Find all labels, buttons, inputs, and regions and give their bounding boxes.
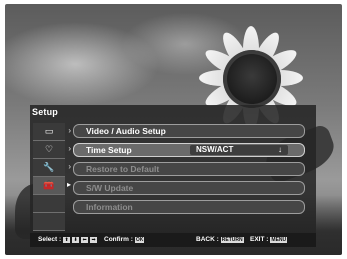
time-zone-value[interactable]: NSW/ACT ↓ <box>190 145 288 155</box>
menu-item-time-setup[interactable]: Time Setup NSW/ACT ↓ <box>73 143 305 157</box>
menu-item-label: Video / Audio Setup <box>86 126 166 136</box>
selected-arrow-icon: ▸ <box>66 180 71 189</box>
menu-item-label: S/W Update <box>86 183 134 193</box>
left-arrow-key-icon: ⬅ <box>81 236 89 243</box>
chevron-right-icon: › <box>68 144 71 153</box>
tab-setup[interactable]: 🧰 ▸ <box>33 177 71 195</box>
tab-empty <box>33 213 65 231</box>
ok-key: OK <box>134 236 145 243</box>
tab-favorites[interactable]: ♡ › <box>33 141 71 159</box>
down-arrow-key-icon: ⬇ <box>72 236 80 243</box>
menu-key: MENU <box>270 236 288 243</box>
select-label: Select : <box>38 236 62 243</box>
menu-item-information: Information <box>73 200 305 214</box>
chevron-right-icon: › <box>68 126 71 135</box>
tab-empty <box>33 195 65 213</box>
menu-item-label: Restore to Default <box>86 164 160 174</box>
confirm-label: Confirm : <box>104 236 133 243</box>
back-help: BACK : RETURN <box>196 236 244 243</box>
time-zone-label: NSW/ACT <box>196 145 234 154</box>
up-arrow-key-icon: ⬆ <box>63 236 71 243</box>
menu-item-video-audio-setup[interactable]: Video / Audio Setup <box>73 124 305 138</box>
exit-help: EXIT : MENU <box>250 236 288 243</box>
select-help: Select : ⬆ ⬇ ⬅ ➡ <box>38 236 98 243</box>
exit-label: EXIT : <box>250 236 269 243</box>
wrench-icon: 🔧 <box>43 162 55 172</box>
picture-icon: ▭ <box>44 126 54 136</box>
menu-item-label: Time Setup <box>86 145 132 155</box>
menu-item-restore-default: Restore to Default <box>73 162 305 176</box>
return-key: RETURN <box>220 236 244 243</box>
confirm-help: Confirm : OK <box>104 236 145 243</box>
menu-item-label: Information <box>86 202 133 212</box>
toolbox-icon: 🧰 <box>43 180 55 190</box>
chevron-right-icon: › <box>68 162 71 171</box>
menu-item-sw-update: S/W Update <box>73 181 305 195</box>
category-tabs: ▭ › ♡ › 🔧 › 🧰 ▸ <box>33 123 71 233</box>
tab-picture[interactable]: ▭ › <box>33 123 71 141</box>
tab-settings[interactable]: 🔧 › <box>33 159 71 177</box>
chevron-down-icon: ↓ <box>278 145 282 154</box>
key-help-bar: Select : ⬆ ⬇ ⬅ ➡ Confirm : OK BACK : RET… <box>30 233 316 247</box>
menu-title: Setup <box>32 107 59 117</box>
heart-icon: ♡ <box>44 144 54 154</box>
setup-menu-list: Video / Audio Setup Time Setup NSW/ACT ↓… <box>73 124 305 219</box>
right-arrow-key-icon: ➡ <box>90 236 98 243</box>
back-label: BACK : <box>196 236 219 243</box>
